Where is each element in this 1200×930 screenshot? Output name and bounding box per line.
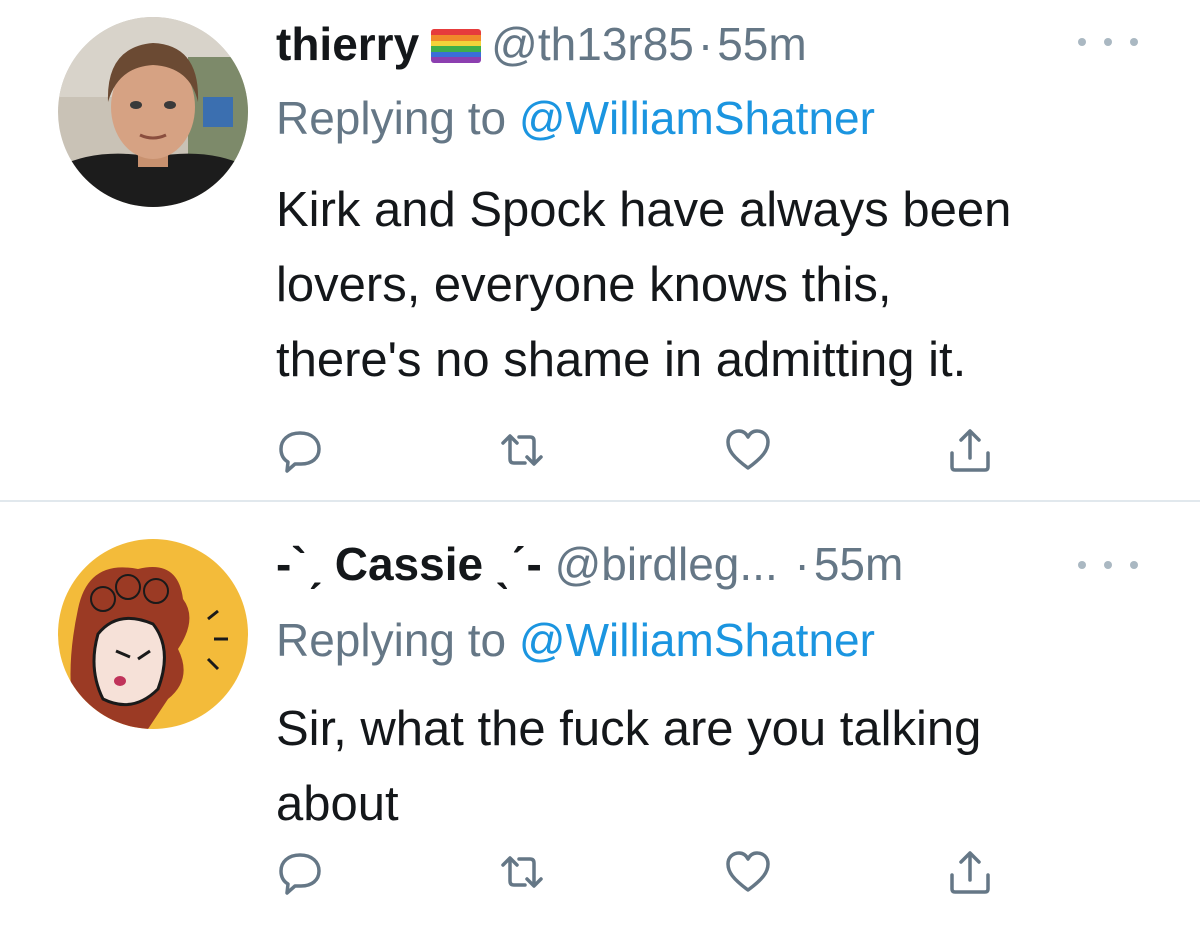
reply-button[interactable] — [270, 842, 330, 902]
tweet-actions — [270, 420, 1010, 480]
more-options-icon[interactable] — [1078, 550, 1138, 580]
share-button[interactable] — [940, 420, 1000, 480]
display-name[interactable]: -`ˏ Cassie ˎˊ- — [276, 538, 542, 590]
tweet-header: -`ˏ Cassie ˎˊ- @birdleg... ·55m — [276, 534, 903, 594]
tweet[interactable]: -`ˏ Cassie ˎˊ- @birdleg... ·55m Replying… — [0, 502, 1200, 930]
share-icon — [950, 851, 990, 894]
share-icon — [950, 429, 990, 472]
tweet-text: Kirk and Spock have always been lovers, … — [276, 183, 1012, 387]
like-button[interactable] — [718, 842, 778, 902]
avatar-photo — [58, 17, 248, 207]
mention-link[interactable]: @WilliamShatner — [519, 92, 875, 144]
share-button[interactable] — [940, 842, 1000, 902]
mention-link[interactable]: @WilliamShatner — [519, 614, 875, 666]
retweet-button[interactable] — [492, 842, 552, 902]
avatar[interactable] — [58, 539, 248, 729]
display-name[interactable]: thierry — [276, 18, 419, 70]
replying-to: Replying to @WilliamShatner — [276, 88, 875, 148]
reply-button[interactable] — [270, 420, 330, 480]
retweet-icon — [501, 434, 543, 466]
rainbow-flag-icon — [431, 29, 482, 63]
reply-icon — [279, 853, 321, 895]
replying-to-label: Replying to — [276, 92, 519, 144]
tweet-header: thierry @th13r85·55m — [276, 14, 807, 74]
like-button[interactable] — [718, 420, 778, 480]
user-handle[interactable]: @birdleg... — [555, 538, 778, 590]
retweet-icon — [501, 856, 543, 888]
timestamp[interactable]: 55m — [814, 538, 903, 590]
more-options-icon[interactable] — [1078, 27, 1138, 57]
separator-dot: · — [697, 18, 714, 70]
user-handle[interactable]: @th13r85 — [491, 18, 694, 70]
replying-to-label: Replying to — [276, 614, 519, 666]
retweet-button[interactable] — [492, 420, 552, 480]
replying-to: Replying to @WilliamShatner — [276, 610, 875, 670]
timestamp[interactable]: 55m — [717, 18, 806, 70]
like-icon — [726, 851, 770, 892]
tweet-actions — [270, 842, 1010, 902]
avatar-cartoon — [58, 539, 248, 729]
separator-dot: · — [794, 538, 810, 590]
reply-icon — [279, 431, 321, 473]
avatar[interactable] — [58, 17, 248, 207]
like-icon — [726, 429, 770, 470]
tweet-text: Sir, what the fuck are you talking about — [276, 702, 982, 831]
tweet[interactable]: thierry @th13r85·55m Replying to @Willia… — [0, 0, 1200, 500]
